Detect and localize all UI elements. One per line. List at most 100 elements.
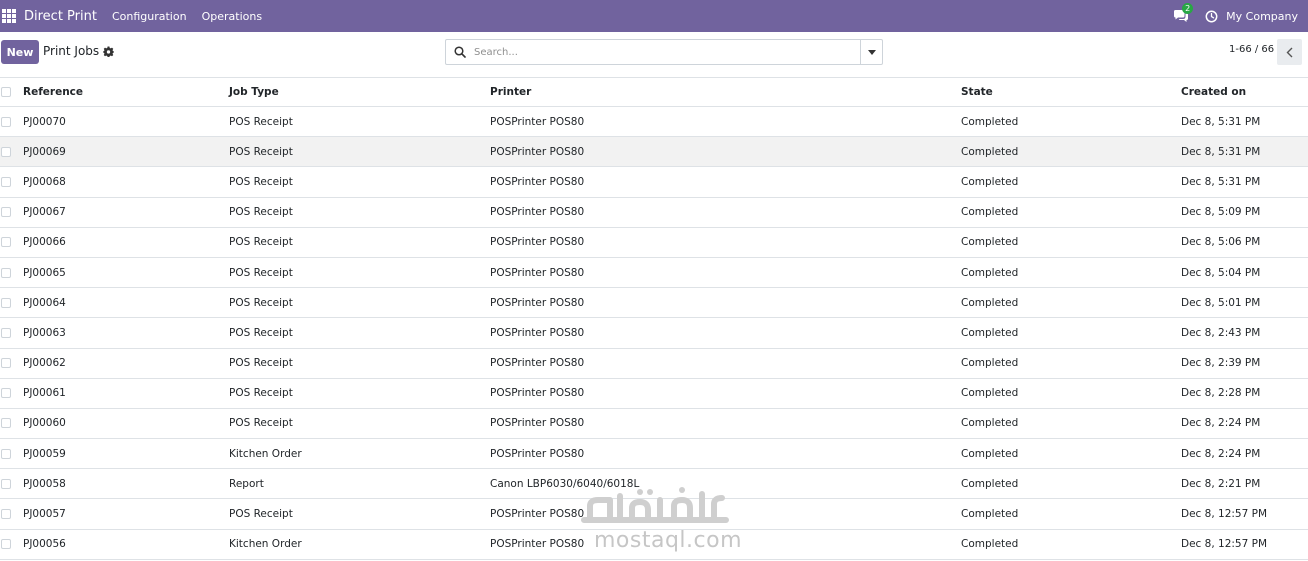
table-row[interactable]: PJ00064 POS Receipt POSPrinter POS80 Comple…	[0, 288, 1308, 319]
table-row[interactable]: PJ00069 POS Receipt POSPrinter POS80 Comple…	[0, 137, 1308, 168]
cell-reference: PJ00056	[23, 538, 66, 551]
cell-reference: PJ00067	[23, 206, 66, 219]
table-row[interactable]: PJ00060 POS Receipt POSPrinter POS80 Comple…	[0, 409, 1308, 440]
cell-job-type: POS Receipt	[229, 357, 293, 370]
cell-job-type: POS Receipt	[229, 175, 293, 188]
row-checkbox[interactable]	[1, 237, 11, 248]
company-switcher[interactable]: My Company	[1226, 10, 1298, 23]
cell-printer: POSPrinter POS80	[490, 447, 585, 460]
cell-reference: PJ00070	[23, 115, 66, 128]
row-checkbox[interactable]	[1, 297, 11, 308]
table-row[interactable]: PJ00057 POS Receipt POSPrinter POS80 Comple…	[0, 499, 1308, 530]
row-checkbox[interactable]	[1, 509, 11, 520]
apps-grid-icon[interactable]	[2, 9, 16, 23]
row-checkbox[interactable]	[1, 267, 11, 278]
cell-created-on: Dec 8, 2:28 PM	[1181, 387, 1261, 400]
search-input[interactable]	[474, 46, 854, 58]
search-icon	[454, 46, 466, 58]
table-row[interactable]: PJ00058 Report Canon LBP6030/6040/6018L Com…	[0, 469, 1308, 500]
column-header-printer[interactable]: Printer	[490, 78, 531, 106]
row-checkbox[interactable]	[1, 327, 11, 338]
row-checkbox[interactable]	[1, 418, 11, 429]
cell-printer: POSPrinter POS80	[490, 326, 585, 339]
cell-reference: PJ00061	[23, 387, 66, 400]
cell-printer: POSPrinter POS80	[490, 145, 585, 158]
cell-created-on: Dec 8, 2:39 PM	[1181, 357, 1261, 370]
row-checkbox[interactable]	[1, 478, 11, 489]
cell-state: Completed	[961, 326, 1019, 339]
row-checkbox[interactable]	[1, 539, 11, 550]
table-header: Reference Job Type Printer State Created…	[0, 78, 1308, 107]
cell-job-type: POS Receipt	[229, 417, 293, 430]
column-header-reference[interactable]: Reference	[23, 78, 83, 106]
cell-created-on: Dec 8, 5:01 PM	[1181, 296, 1261, 309]
chevron-left-icon	[1286, 47, 1293, 57]
top-navbar: Direct Print Configuration Operations 2 …	[0, 0, 1308, 32]
row-checkbox[interactable]	[1, 358, 11, 369]
cell-job-type: POS Receipt	[229, 387, 293, 400]
cell-state: Completed	[961, 175, 1019, 188]
cell-job-type: POS Receipt	[229, 236, 293, 249]
search-options-toggle[interactable]	[860, 40, 882, 64]
gear-icon[interactable]	[103, 45, 115, 57]
column-header-job-type[interactable]: Job Type	[229, 78, 279, 106]
cell-printer: POSPrinter POS80	[490, 266, 585, 279]
select-all-checkbox[interactable]	[1, 87, 11, 97]
cell-state: Completed	[961, 447, 1019, 460]
column-header-state[interactable]: State	[961, 78, 993, 106]
cell-reference: PJ00068	[23, 175, 66, 188]
row-checkbox[interactable]	[1, 388, 11, 399]
table-row[interactable]: PJ00066 POS Receipt POSPrinter POS80 Comple…	[0, 228, 1308, 258]
pager-previous-button[interactable]	[1277, 39, 1302, 65]
cell-printer: POSPrinter POS80	[490, 175, 585, 188]
cell-job-type: POS Receipt	[229, 206, 293, 219]
cell-created-on: Dec 8, 2:21 PM	[1181, 477, 1261, 490]
print-jobs-table: Reference Job Type Printer State Created…	[0, 78, 1308, 560]
menu-operations[interactable]: Operations	[202, 10, 262, 23]
cell-reference: PJ00057	[23, 508, 66, 521]
row-checkbox[interactable]	[1, 146, 11, 157]
row-checkbox[interactable]	[1, 176, 11, 187]
cell-printer: POSPrinter POS80	[490, 387, 585, 400]
table-row[interactable]: PJ00056 Kitchen Order POSPrinter POS80 Comp…	[0, 530, 1308, 560]
cell-created-on: Dec 8, 2:43 PM	[1181, 326, 1261, 339]
chat-badge: 2	[1182, 3, 1194, 14]
cell-job-type: POS Receipt	[229, 145, 293, 158]
cell-printer: POSPrinter POS80	[490, 417, 585, 430]
cell-created-on: Dec 8, 12:57 PM	[1181, 538, 1267, 551]
cell-printer: POSPrinter POS80	[490, 538, 585, 551]
cell-state: Completed	[961, 387, 1019, 400]
cell-reference: PJ00058	[23, 477, 66, 490]
app-name[interactable]: Direct Print	[24, 9, 97, 24]
cell-job-type: POS Receipt	[229, 326, 293, 339]
table-row[interactable]: PJ00065 POS Receipt POSPrinter POS80 Comple…	[0, 258, 1308, 289]
cell-state: Completed	[961, 206, 1019, 219]
row-checkbox[interactable]	[1, 448, 11, 459]
chat-icon[interactable]: 2	[1173, 3, 1194, 23]
new-button[interactable]: New	[1, 40, 39, 64]
table-row[interactable]: PJ00063 POS Receipt POSPrinter POS80 Comple…	[0, 318, 1308, 349]
cell-created-on: Dec 8, 2:24 PM	[1181, 447, 1261, 460]
table-row[interactable]: PJ00068 POS Receipt POSPrinter POS80 Comple…	[0, 167, 1308, 198]
cell-reference: PJ00065	[23, 266, 66, 279]
table-row[interactable]: PJ00061 POS Receipt POSPrinter POS80 Comple…	[0, 379, 1308, 409]
cell-created-on: Dec 8, 5:04 PM	[1181, 266, 1261, 279]
table-row[interactable]: PJ00059 Kitchen Order POSPrinter POS80 Comp…	[0, 439, 1308, 470]
cell-printer: POSPrinter POS80	[490, 115, 585, 128]
cell-job-type: Report	[229, 477, 264, 490]
cell-reference: PJ00064	[23, 296, 66, 309]
row-checkbox[interactable]	[1, 116, 11, 127]
cell-printer: POSPrinter POS80	[490, 296, 585, 309]
column-header-created-on[interactable]: Created on	[1181, 78, 1246, 106]
cell-reference: PJ00062	[23, 357, 66, 370]
table-row[interactable]: PJ00062 POS Receipt POSPrinter POS80 Comple…	[0, 349, 1308, 379]
row-checkbox[interactable]	[1, 207, 11, 218]
menu-configuration[interactable]: Configuration	[112, 10, 187, 23]
table-row[interactable]: PJ00070 POS Receipt POSPrinter POS80 Comple…	[0, 107, 1308, 138]
cell-job-type: POS Receipt	[229, 115, 293, 128]
table-row[interactable]: PJ00067 POS Receipt POSPrinter POS80 Comple…	[0, 198, 1308, 228]
clock-icon[interactable]	[1205, 10, 1218, 23]
cell-created-on: Dec 8, 12:57 PM	[1181, 508, 1267, 521]
cell-reference: PJ00059	[23, 447, 66, 460]
pager-value[interactable]: 1-66 / 66	[1229, 44, 1274, 55]
